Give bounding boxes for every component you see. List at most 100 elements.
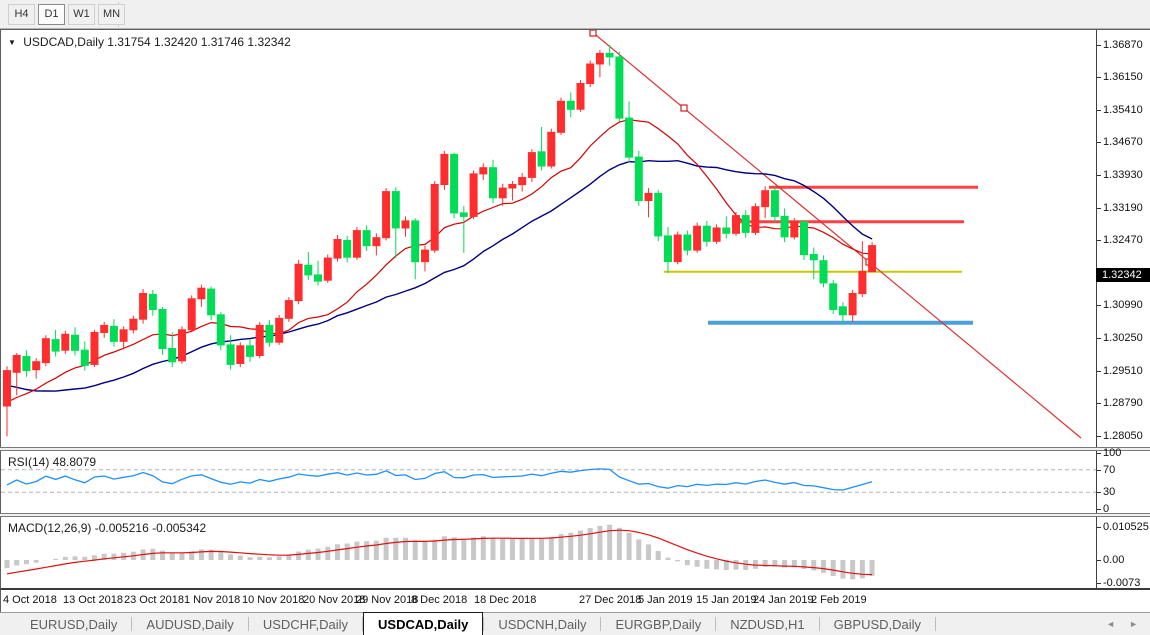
tab-gbpusd[interactable]: GBPUSD,Daily xyxy=(820,613,935,635)
timeframe-button-mn[interactable]: MN xyxy=(98,4,125,25)
candle xyxy=(655,193,662,236)
candle xyxy=(839,307,846,315)
current-price-badge: 1.32342 xyxy=(1096,268,1150,282)
trading-terminal: H4D1W1MN 1.368701.361501.354101.346701.3… xyxy=(0,0,1150,635)
candle xyxy=(451,154,458,213)
candle xyxy=(285,301,292,319)
candle xyxy=(801,222,808,255)
tab-eurusd[interactable]: EURUSD,Daily xyxy=(16,613,131,635)
candle xyxy=(635,157,642,200)
candle xyxy=(606,53,613,57)
candle xyxy=(509,185,516,189)
price-axis-label: 1.28790 xyxy=(1103,397,1143,409)
candle xyxy=(237,346,244,364)
candle xyxy=(558,101,565,132)
candle xyxy=(422,250,429,262)
candle xyxy=(62,334,69,350)
tab-eurgbp[interactable]: EURGBP,Daily xyxy=(601,613,715,635)
chart-title: ▼ USDCAD,Daily 1.31754 1.32420 1.31746 1… xyxy=(8,35,291,49)
candle xyxy=(392,192,399,228)
chevron-down-icon: ▼ xyxy=(8,38,16,47)
macd-axis-label: 0.010525 xyxy=(1103,521,1149,533)
candlestick-chart[interactable] xyxy=(1,30,1096,448)
rsi-axis-label: 70 xyxy=(1103,464,1115,476)
price-chart-panel[interactable]: 1.368701.361501.354101.346701.339301.331… xyxy=(0,29,1150,447)
candle xyxy=(441,154,448,184)
candle xyxy=(616,57,623,118)
macd-axis: 0.0105250.00-0.0073 xyxy=(1096,517,1150,588)
candle xyxy=(208,289,215,315)
candle xyxy=(72,335,79,350)
date-label: 13 Oct 2018 xyxy=(63,594,123,606)
date-label: 8 Dec 2018 xyxy=(411,594,467,606)
candle xyxy=(363,231,370,246)
rsi-chart[interactable] xyxy=(1,451,1096,513)
price-axis-label: 1.30990 xyxy=(1103,299,1143,311)
timeframe-toolbar: H4D1W1MN xyxy=(0,0,1150,29)
candle xyxy=(577,84,584,110)
candle xyxy=(703,226,710,241)
candle xyxy=(733,216,740,234)
date-label: 2 Feb 2019 xyxy=(811,594,867,606)
timeframe-button-h4[interactable]: H4 xyxy=(8,4,35,25)
trendline[interactable] xyxy=(590,30,1081,438)
chart-title-ohlc: 1.31754 1.32420 1.31746 1.32342 xyxy=(107,35,291,49)
date-label: 5 Jan 2019 xyxy=(638,594,692,606)
candle xyxy=(713,228,720,241)
candle xyxy=(830,284,837,310)
candle xyxy=(791,222,798,237)
candle xyxy=(402,221,409,228)
tab-usdcnh[interactable]: USDCNH,Daily xyxy=(484,613,600,635)
date-label: 23 Oct 2018 xyxy=(124,594,184,606)
price-axis-label: 1.34670 xyxy=(1103,136,1143,148)
candle xyxy=(869,246,876,272)
timeframe-button-d1[interactable]: D1 xyxy=(38,4,65,25)
candle xyxy=(694,226,701,250)
tab-usdcad[interactable]: USDCAD,Daily xyxy=(363,612,483,635)
candle xyxy=(149,294,156,309)
candle xyxy=(120,330,127,342)
tab-scroll-arrows: ◄► xyxy=(1106,613,1150,635)
rsi-panel[interactable]: 10070300 RSI(14) 48.8079 xyxy=(0,451,1150,513)
macd-axis-label: 0.00 xyxy=(1103,554,1124,566)
trendline-handle[interactable] xyxy=(681,105,687,111)
candle xyxy=(33,362,40,370)
scroll-right-icon[interactable]: ► xyxy=(1129,619,1138,629)
candle xyxy=(674,235,681,262)
candle xyxy=(567,101,574,109)
rsi-label: RSI(14) 48.8079 xyxy=(8,455,96,469)
price-axis-label: 1.35410 xyxy=(1103,104,1143,116)
candle xyxy=(256,325,263,355)
tab-usdchf[interactable]: USDCHF,Daily xyxy=(249,613,362,635)
candle xyxy=(334,240,341,259)
ma-fast-line xyxy=(7,120,872,403)
candle xyxy=(110,326,117,341)
candle xyxy=(305,265,312,275)
symbol-tab-bar: EURUSD,DailyAUDUSD,DailyUSDCHF,DailyUSDC… xyxy=(0,612,1150,635)
candle xyxy=(81,350,88,365)
tab-audusd[interactable]: AUDUSD,Daily xyxy=(132,613,247,635)
macd-panel[interactable]: 0.0105250.00-0.0073 MACD(12,26,9) -0.005… xyxy=(0,517,1150,590)
candle xyxy=(752,207,759,233)
candle xyxy=(42,339,49,363)
price-axis: 1.368701.361501.354101.346701.339301.331… xyxy=(1096,30,1150,447)
candle xyxy=(810,255,817,260)
trendline-handle[interactable] xyxy=(590,30,596,36)
candle xyxy=(490,168,497,198)
scroll-left-icon[interactable]: ◄ xyxy=(1106,619,1115,629)
candle xyxy=(344,240,351,257)
timeframe-button-w1[interactable]: W1 xyxy=(68,4,95,25)
date-label: 4 Oct 2018 xyxy=(3,594,57,606)
date-label: 15 Jan 2019 xyxy=(696,594,757,606)
price-axis-label: 1.29510 xyxy=(1103,365,1143,377)
date-axis: 4 Oct 201813 Oct 201823 Oct 20181 Nov 20… xyxy=(0,590,1150,612)
macd-signal-line xyxy=(7,530,872,574)
price-axis-label: 1.33930 xyxy=(1103,169,1143,181)
horizontal-lines xyxy=(664,187,978,323)
tab-nzdusd[interactable]: NZDUSD,H1 xyxy=(716,613,818,635)
candle xyxy=(742,216,749,233)
candle xyxy=(169,349,176,362)
candle xyxy=(431,185,438,251)
candle xyxy=(820,261,827,283)
candle xyxy=(130,319,137,330)
